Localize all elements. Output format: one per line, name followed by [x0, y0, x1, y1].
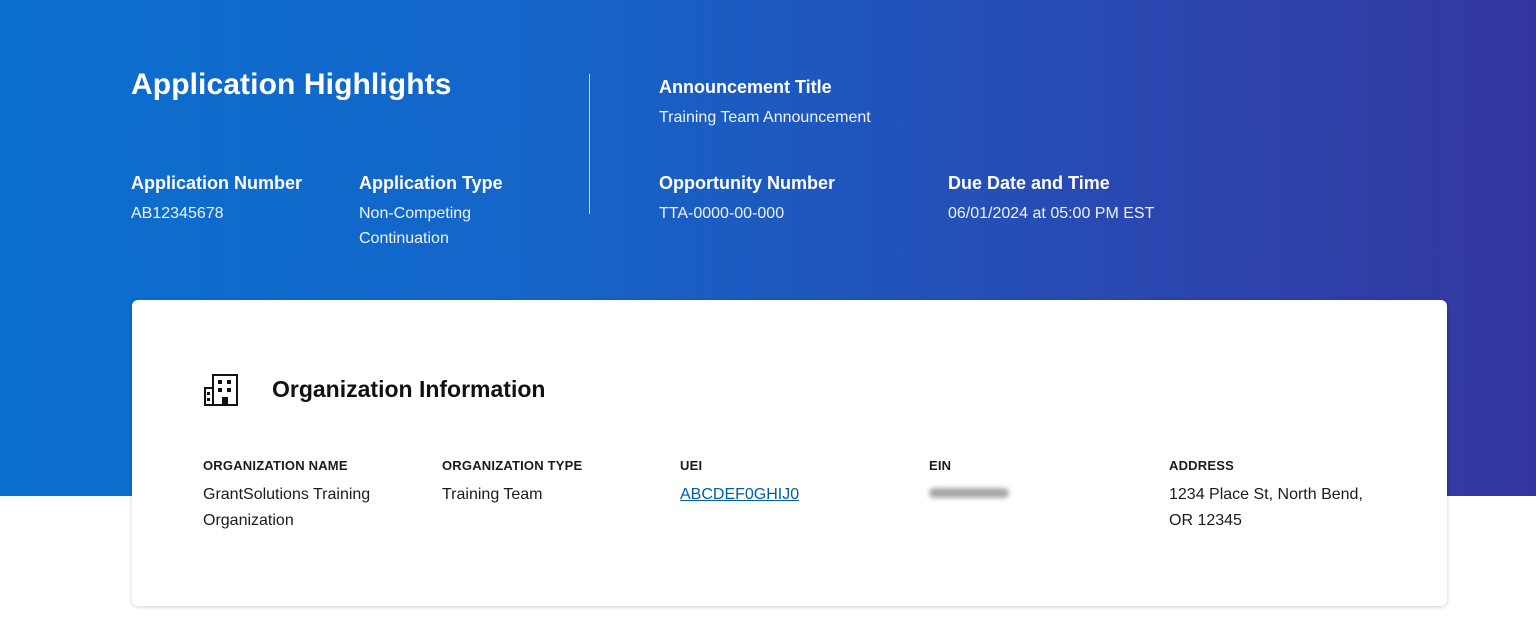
due-date-field: Due Date and Time 06/01/2024 at 05:00 PM…: [948, 172, 1154, 226]
organization-name-value: GrantSolutions Training Organization: [203, 486, 371, 529]
organization-type-value: Training Team: [442, 486, 543, 503]
application-number-value: AB12345678: [131, 205, 224, 222]
uei-field: UEI ABCDEF0GHIJ0: [680, 458, 880, 508]
organization-name-field: ORGANIZATION NAME GrantSolutions Trainin…: [203, 458, 413, 534]
organization-name-label: ORGANIZATION NAME: [203, 458, 348, 473]
opportunity-number-label: Opportunity Number: [659, 173, 835, 193]
application-type-value: Non-Competing Continuation: [359, 205, 472, 247]
organization-information-card: Organization Information ORGANIZATION NA…: [132, 300, 1447, 606]
announcement-title-field: Announcement Title Training Team Announc…: [659, 76, 871, 130]
header-divider: [589, 74, 590, 214]
uei-label: UEI: [680, 458, 703, 473]
ein-field: EIN: [929, 458, 1129, 498]
card-header: Organization Information: [202, 370, 545, 408]
ein-redacted-value: [929, 488, 1009, 498]
opportunity-number-field: Opportunity Number TTA-0000-00-000: [659, 172, 835, 226]
organization-type-label: ORGANIZATION TYPE: [442, 458, 583, 473]
announcement-title-value: Training Team Announcement: [659, 109, 871, 126]
announcement-title-label: Announcement Title: [659, 77, 832, 97]
application-type-field: Application Type Non-Competing Continuat…: [359, 172, 539, 251]
application-type-label: Application Type: [359, 173, 503, 193]
address-value: 1234 Place St, North Bend, OR 12345: [1169, 486, 1363, 529]
organization-type-field: ORGANIZATION TYPE Training Team: [442, 458, 642, 508]
application-number-label: Application Number: [131, 173, 303, 193]
due-date-label: Due Date and Time: [948, 173, 1110, 193]
due-date-value: 06/01/2024 at 05:00 PM EST: [948, 205, 1155, 222]
address-label: ADDRESS: [1169, 458, 1234, 473]
ein-label: EIN: [929, 458, 952, 473]
card-title: Organization Information: [272, 375, 546, 402]
application-number-field: Application Number AB12345678: [131, 172, 302, 226]
opportunity-number-value: TTA-0000-00-000: [659, 205, 785, 222]
uei-link[interactable]: ABCDEF0GHIJ0: [680, 486, 799, 503]
building-icon: [204, 374, 238, 406]
page-title: Application Highlights: [131, 68, 452, 101]
address-field: ADDRESS 1234 Place St, North Bend, OR 12…: [1169, 458, 1389, 534]
